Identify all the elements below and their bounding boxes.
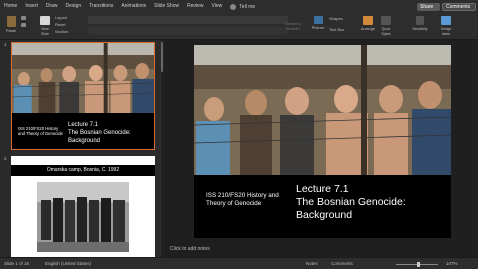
tab-home[interactable]: Home [0,0,21,13]
slide-number-1: 1 [4,42,7,47]
new-slide-icon [40,16,50,25]
tab-review[interactable]: Review [183,0,207,13]
shapes-button[interactable]: Shapes [329,16,353,21]
thumbnail-scrollbar[interactable] [161,42,163,72]
section-label: Section [55,29,69,34]
zoom-level[interactable]: 107% [446,261,458,266]
quick-styles-icon [381,16,391,25]
lightbulb-icon [230,3,237,10]
notes-toggle[interactable]: Notes [306,261,318,266]
tab-animations[interactable]: Animations [117,0,150,13]
font-controls[interactable] [88,16,288,24]
tell-me-search[interactable]: Tell me [230,3,256,10]
slide-thumbnail-2[interactable]: Omarska camp, Bosnia, C. 1992 [11,156,155,257]
comments-status-label: Comments [331,261,353,266]
slide1-course-label: ISS 210/FS20 History and Theory of Genoc… [18,126,63,136]
notes-placeholder[interactable]: Click to add notes [170,246,210,252]
slide-counter: Slide 1 of 16 [4,261,30,266]
quick-styles-button[interactable]: Quick Styles [378,16,394,36]
share-label: Share [420,4,434,10]
main-course-label[interactable]: ISS 210/FS20 History and Theory of Genoc… [206,192,286,208]
comments-button[interactable]: Comments [442,3,476,11]
new-slide-label: New Slide [41,27,49,36]
slide-thumbnail-1[interactable]: ISS 210/FS20 History and Theory of Genoc… [11,42,155,150]
picture-button[interactable]: Picture [311,16,325,30]
sensitivity-button[interactable]: Sensitivity [410,16,430,31]
cut-button[interactable] [20,16,26,21]
quick-styles-label: Quick Styles [381,27,391,36]
sensitivity-label: Sensitivity [412,27,428,31]
language-status[interactable]: English (United States) [45,261,91,266]
clipboard-icon [6,16,16,27]
slide2-caption: Omarska camp, Bosnia, C. 1992 [11,165,155,176]
slide1-title: Lecture 7.1 The Bosnian Genocide: Backgr… [68,121,154,145]
status-bar: Slide 1 of 16 English (United States) No… [0,257,478,269]
sensitivity-icon [416,16,424,25]
main-slide-canvas[interactable]: ISS 210/FS20 History and Theory of Genoc… [194,45,451,238]
new-slide-button[interactable]: New Slide [38,16,52,36]
tab-design[interactable]: Design [62,0,86,13]
zoom-slider-knob[interactable] [417,262,420,267]
ribbon: Paste New Slide Layout Reset Section Con… [0,13,478,40]
share-button[interactable]: Share [417,3,440,11]
tab-insert[interactable]: Insert [21,0,42,13]
arrange-label: Arrange [360,26,376,31]
shapes-label: Shapes [329,16,343,21]
reset-label: Reset [55,22,66,27]
ribbon-tab-bar: Home Insert Draw Design Transitions Anim… [0,0,478,13]
design-ideas-label: Design Ideas [440,27,452,36]
notes-status-label: Notes [306,261,318,266]
scissors-icon [20,16,26,20]
convert-smartart-button[interactable]: Convert to SmartArt [279,21,307,31]
picture-icon [313,16,323,24]
main-lecture: Lecture 7.1 [296,183,349,195]
layout-button[interactable]: Layout [55,15,83,20]
copy-icon [20,23,26,27]
slide-number-2: 2 [4,156,7,161]
prisoners-photo-main [194,45,451,175]
slide1-heading: The Bosnian Genocide: Background [68,130,131,144]
prisoners-photo [12,43,154,113]
design-ideas-icon [441,16,451,25]
text-box-button[interactable]: Text Box [329,27,353,32]
comments-toggle[interactable]: Comments [331,261,353,266]
tab-view[interactable]: View [208,0,227,13]
comments-label: Comments [446,4,471,10]
reset-button[interactable]: Reset [55,22,83,27]
tab-transitions[interactable]: Transitions [85,0,117,13]
paragraph-controls[interactable] [88,27,288,35]
text-box-label: Text Box [329,27,345,32]
main-heading: The Bosnian Genocide: Background [296,196,406,221]
picture-label: Picture [311,25,325,30]
convert-label: Convert to SmartArt [285,22,301,31]
main-title[interactable]: Lecture 7.1 The Bosnian Genocide: Backgr… [296,183,446,222]
paste-label: Paste [5,28,17,33]
tell-me-label: Tell me [239,3,256,10]
section-button[interactable]: Section [55,29,83,34]
tab-draw[interactable]: Draw [42,0,62,13]
copy-button[interactable] [20,23,26,28]
slide1-lecture: Lecture 7.1 [68,122,99,128]
slide-thumbnail-pane[interactable]: 1 ISS 210/FS20 History and Theory of Gen… [0,40,163,257]
camp-photo [37,182,129,252]
arrange-icon [363,16,373,25]
design-ideas-button[interactable]: Design Ideas [437,16,455,36]
tab-slide-show[interactable]: Slide Show [150,0,183,13]
arrange-button[interactable]: Arrange [360,16,376,31]
paste-button[interactable]: Paste [4,16,18,33]
layout-label: Layout [55,15,68,20]
